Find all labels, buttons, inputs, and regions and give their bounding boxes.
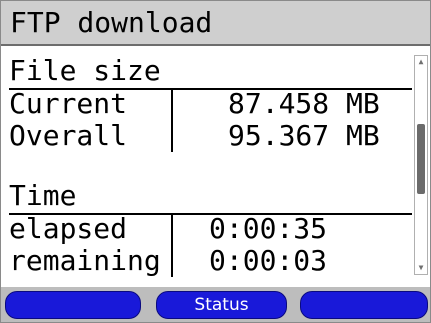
file-size-heading: File size [9,54,161,87]
title-bar: FTP download [1,1,430,46]
current-size-value: 87.458 MB [228,87,380,120]
remaining-label: remaining [9,244,161,277]
download-info-panel: File size Current 87.458 MB Overall 95.3… [0,47,414,283]
elapsed-value: 0:00:35 [209,212,328,245]
time-heading: Time [9,179,77,212]
elapsed-label: elapsed [9,212,128,245]
softkey-right-button[interactable] [300,291,428,319]
time-column-divider [171,213,173,277]
softkey-bar: Status [1,287,430,322]
scroll-thumb[interactable] [417,123,425,194]
scroll-up-icon[interactable]: ▲ [415,56,427,68]
scroll-down-icon[interactable]: ▼ [415,262,427,274]
overall-size-label: Overall [9,119,128,152]
remaining-value: 0:00:03 [209,244,328,277]
status-button[interactable]: Status [156,291,287,319]
overall-size-value: 95.367 MB [228,119,380,152]
file-size-column-divider [171,88,173,152]
softkey-left-button[interactable] [5,291,141,319]
vertical-scrollbar[interactable]: ▲ ▼ [414,55,428,275]
current-size-label: Current [9,87,128,120]
page-title: FTP download [10,6,213,39]
